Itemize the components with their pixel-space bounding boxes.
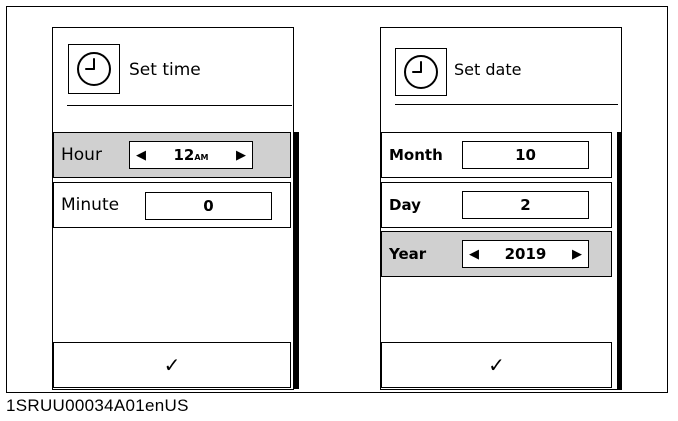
header-divider <box>395 104 618 105</box>
page-title: Set date <box>454 60 522 79</box>
confirm-button[interactable]: ✓ <box>381 342 612 388</box>
hour-label: Hour <box>61 145 102 165</box>
arrow-right-icon[interactable]: ▶ <box>236 149 246 162</box>
confirm-button[interactable]: ✓ <box>53 342 291 388</box>
day-field[interactable]: 2 <box>462 191 589 219</box>
month-field[interactable]: 10 <box>462 141 589 169</box>
arrow-left-icon[interactable]: ◀ <box>136 149 146 162</box>
day-value: 2 <box>520 196 531 214</box>
page-title: Set time <box>129 60 201 80</box>
month-value: 10 <box>515 146 536 164</box>
minute-label: Minute <box>61 195 120 215</box>
month-row[interactable]: Month 10 <box>381 132 612 178</box>
day-label: Day <box>389 196 421 214</box>
arrow-right-icon[interactable]: ▶ <box>572 248 582 261</box>
minute-field[interactable]: 0 <box>145 192 272 220</box>
scrollbar[interactable] <box>617 132 622 389</box>
day-row[interactable]: Day 2 <box>381 182 612 228</box>
clock-icon <box>395 48 447 96</box>
set-time-header: Set time <box>53 28 293 108</box>
scrollbar[interactable] <box>294 132 299 389</box>
header-divider <box>67 105 292 106</box>
set-time-screen: Set time Hour ◀ 12AM ▶ Minute 0 ✓ <box>52 27 299 390</box>
minute-value: 0 <box>203 197 214 215</box>
minute-row[interactable]: Minute 0 <box>53 182 291 228</box>
clock-icon <box>68 44 120 94</box>
checkmark-icon: ✓ <box>488 353 505 377</box>
set-date-screen: Set date Month 10 Day 2 Year ◀ 2019 ▶ ✓ <box>380 27 622 390</box>
year-row[interactable]: Year ◀ 2019 ▶ <box>381 231 612 277</box>
set-date-header: Set date <box>381 28 621 108</box>
arrow-left-icon[interactable]: ◀ <box>469 248 479 261</box>
year-label: Year <box>389 245 427 263</box>
hour-stepper[interactable]: ◀ 12AM ▶ <box>129 141 253 169</box>
year-value: 2019 <box>504 245 547 263</box>
figure-caption: 1SRUU00034A01enUS <box>6 396 189 415</box>
meridiem: AM <box>194 153 209 162</box>
year-stepper[interactable]: ◀ 2019 ▶ <box>462 240 589 268</box>
checkmark-icon: ✓ <box>163 353 181 377</box>
hour-value: 12AM <box>173 146 209 164</box>
hour-row[interactable]: Hour ◀ 12AM ▶ <box>53 132 291 178</box>
month-label: Month <box>389 146 443 164</box>
